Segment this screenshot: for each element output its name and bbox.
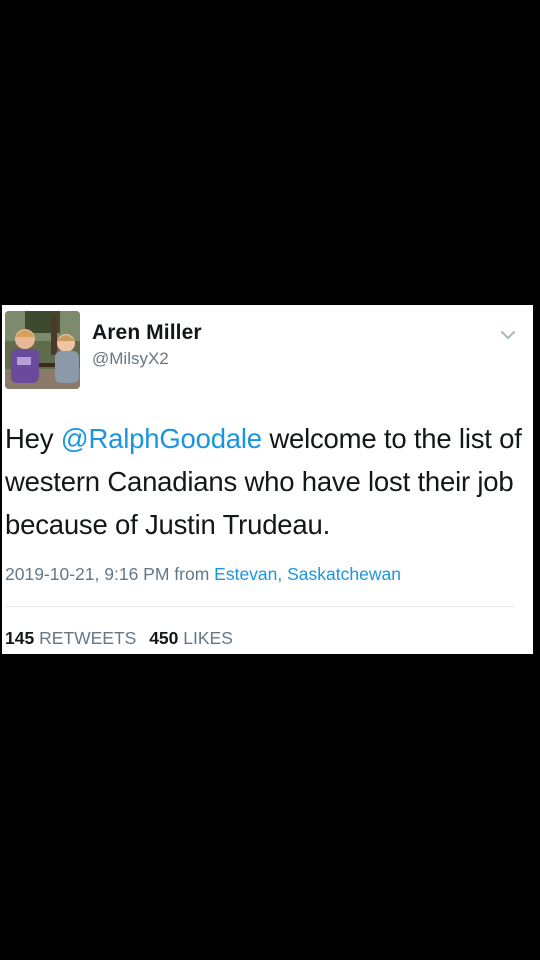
retweets-stat[interactable]: 145 RETWEETS: [5, 628, 136, 648]
engagement-stats: 145 RETWEETS 450 LIKES: [5, 628, 241, 649]
tweet-text-start: Hey: [5, 423, 61, 454]
timestamp[interactable]: 2019-10-21, 9:16 PM from: [5, 564, 209, 584]
likes-label: LIKES: [183, 628, 233, 648]
tweet-text: Hey @RalphGoodale welcome to the list of…: [5, 417, 525, 546]
tweet-card: Aren Miller @MilsyX2 Hey @RalphGoodale w…: [2, 305, 533, 654]
author-handle[interactable]: @MilsyX2: [92, 349, 169, 369]
likes-stat[interactable]: 450 LIKES: [149, 628, 233, 648]
tweet-meta: 2019-10-21, 9:16 PM from Estevan, Saskat…: [5, 564, 401, 585]
avatar[interactable]: [5, 311, 80, 389]
retweets-label: RETWEETS: [39, 628, 137, 648]
avatar-image: [5, 311, 80, 389]
divider: [5, 606, 515, 607]
author-name[interactable]: Aren Miller: [92, 321, 202, 345]
likes-count: 450: [149, 628, 179, 648]
retweets-count: 145: [5, 628, 35, 648]
location-link[interactable]: Estevan, Saskatchewan: [214, 564, 401, 584]
screenshot-frame: Aren Miller @MilsyX2 Hey @RalphGoodale w…: [0, 0, 540, 960]
mention-link[interactable]: @RalphGoodale: [61, 423, 262, 454]
chevron-down-icon[interactable]: [498, 325, 518, 345]
